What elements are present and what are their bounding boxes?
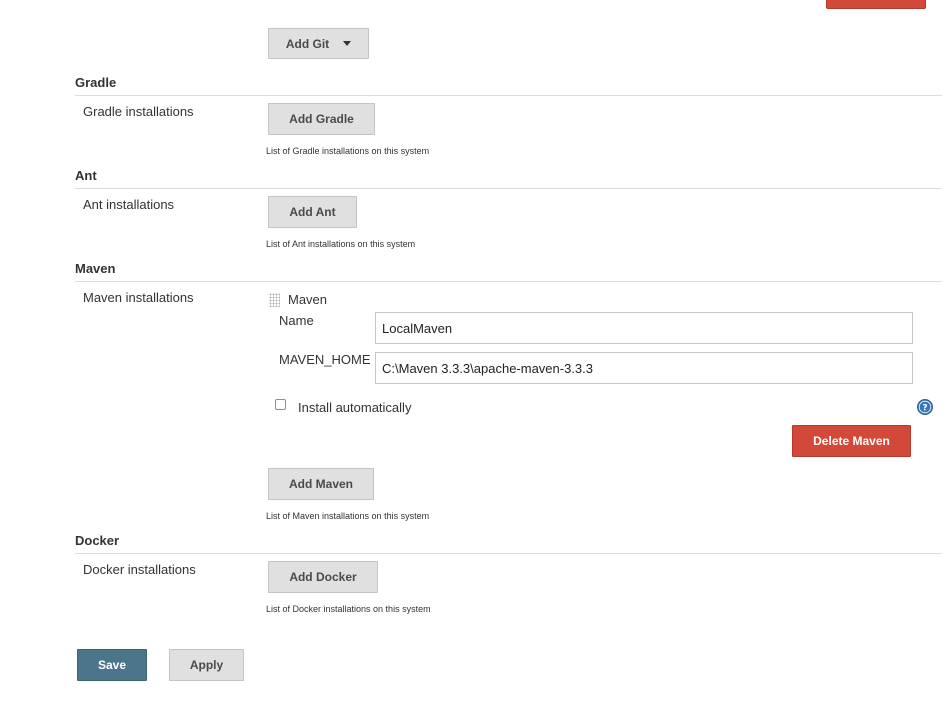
maven-divider [75,281,942,282]
caret-down-icon[interactable] [343,41,352,46]
docker-installations-label: Docker installations [83,562,196,577]
question-circle-icon[interactable]: ? [917,399,933,415]
maven-home-value: C:\Maven 3.3.3\apache-maven-3.3.3 [382,360,594,376]
maven-name-input[interactable]: LocalMaven [375,312,913,344]
gradle-divider [75,95,942,96]
maven-home-input[interactable]: C:\Maven 3.3.3\apache-maven-3.3.3 [375,352,913,384]
delete-maven-button[interactable]: Delete Maven [792,425,911,457]
drag-handle-icon[interactable] [269,293,280,307]
ant-installations-label: Ant installations [83,197,175,212]
save-button[interactable]: Save [77,649,147,681]
docker-divider [75,553,942,554]
maven-installations-label: Maven installations [83,290,194,305]
add-git-label: Add Git [285,36,330,51]
apply-button[interactable]: Apply [169,649,244,681]
docker-help-text: List of Docker installations on this sys… [266,604,431,614]
maven-help-text: List of Maven installations on this syst… [266,511,430,521]
install-automatically-checkbox[interactable] [275,399,286,410]
svg-text:?: ? [922,404,927,414]
top-delete-button[interactable] [826,0,926,9]
ant-divider [75,188,942,189]
gradle-help-text: List of Gradle installations on this sys… [266,146,430,156]
add-docker-button[interactable]: Add Docker [268,561,378,593]
maven-entry-header: Maven [288,292,328,307]
maven-section-title: Maven [75,261,116,276]
install-automatically-label[interactable]: Install automatically [298,400,411,415]
maven-home-label: MAVEN_HOME [279,352,371,367]
gradle-installations-label: Gradle installations [83,104,194,119]
gradle-section-title: Gradle [75,75,117,90]
docker-section-title: Docker [75,533,120,548]
ant-help-text: List of Ant installations on this system [266,239,416,249]
add-ant-button[interactable]: Add Ant [268,196,357,228]
add-git-button[interactable]: Add Git [268,28,369,59]
add-maven-button[interactable]: Add Maven [268,468,374,500]
maven-name-label: Name [279,313,314,328]
maven-name-value: LocalMaven [382,320,453,336]
ant-section-title: Ant [75,168,97,183]
add-gradle-button[interactable]: Add Gradle [268,103,375,135]
